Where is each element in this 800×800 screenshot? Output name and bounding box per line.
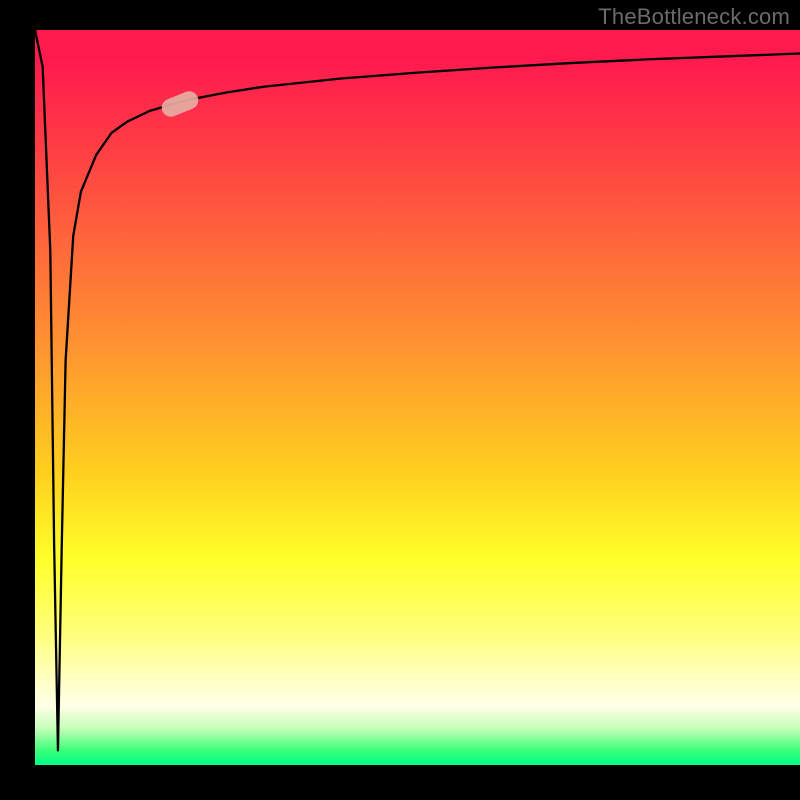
chart-curve — [35, 30, 800, 765]
chart-plot-area — [35, 30, 800, 765]
y-axis-gutter — [0, 0, 35, 800]
x-axis-gutter — [35, 765, 800, 800]
watermark-text: TheBottleneck.com — [598, 4, 790, 30]
